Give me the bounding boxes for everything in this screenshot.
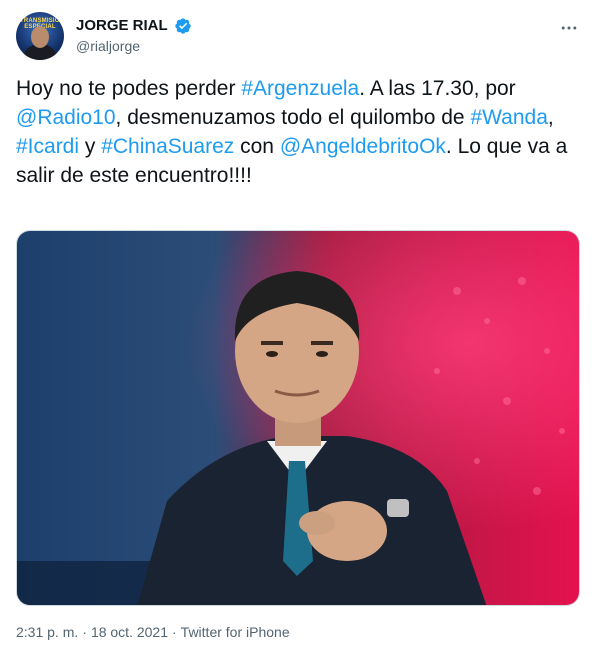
author-display-name[interactable]: JORGE RIAL	[76, 16, 168, 36]
tweet-text-segment: . A las 17.30, por	[359, 77, 516, 100]
hashtag-link[interactable]: #Wanda	[470, 106, 547, 129]
tweet-card: TRANSMISION ESPECIAL JORGE RIAL @rialjor…	[0, 0, 595, 658]
tweet-header: TRANSMISION ESPECIAL JORGE RIAL @rialjor…	[16, 12, 579, 64]
more-options-icon[interactable]	[559, 18, 579, 38]
mention-link[interactable]: @AngeldebritoOk	[280, 135, 446, 158]
tweet-text-segment: y	[79, 135, 102, 158]
verified-badge-icon	[175, 18, 191, 34]
author-names: JORGE RIAL @rialjorge	[76, 16, 192, 56]
tweet-source[interactable]: Twitter for iPhone	[181, 624, 290, 640]
tweet-photo[interactable]	[16, 230, 580, 606]
photo-image	[17, 231, 579, 605]
tweet-text-segment: ,	[547, 106, 554, 129]
hashtag-link[interactable]: #Icardi	[16, 135, 79, 158]
tweet-time[interactable]: 2:31 p. m.	[16, 624, 78, 640]
tweet-text-segment: con	[234, 135, 280, 158]
hashtag-link[interactable]: #Argenzuela	[241, 77, 359, 100]
hashtag-link[interactable]: #ChinaSuarez	[101, 135, 234, 158]
author-handle[interactable]: @rialjorge	[76, 36, 192, 56]
author-avatar[interactable]: TRANSMISION ESPECIAL	[16, 12, 64, 60]
mention-link[interactable]: @Radio10	[16, 106, 116, 129]
tweet-text-segment: , desmenuzamos todo el quilombo de	[115, 106, 471, 129]
tweet-text: Hoy no te podes perder #Argenzuela. A la…	[16, 74, 576, 190]
tweet-date[interactable]: 18 oct. 2021	[91, 624, 168, 640]
meta-separator: ·	[82, 624, 87, 640]
tweet-meta: 2:31 p. m. · 18 oct. 2021 · Twitter for iPho…	[16, 624, 290, 640]
tweet-text-segment: Hoy no te podes perder	[16, 77, 242, 100]
meta-separator: ·	[172, 624, 177, 640]
